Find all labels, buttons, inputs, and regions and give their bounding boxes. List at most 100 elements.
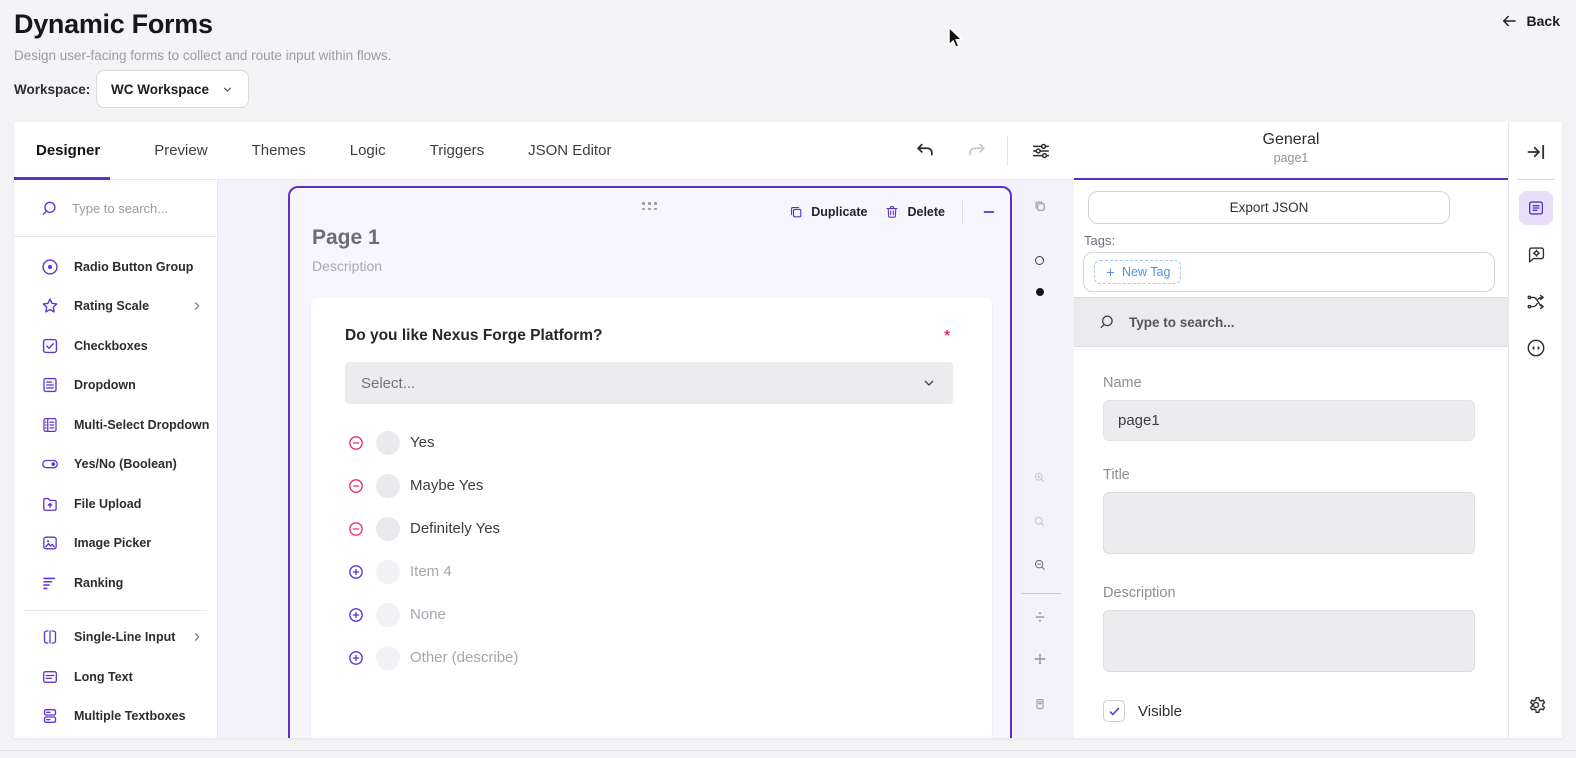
toolbox-item-long-text[interactable]: Long Text	[14, 657, 217, 697]
choice-row-yes: Yes	[347, 421, 952, 464]
tab-preview[interactable]: Preview	[154, 122, 207, 180]
chevron-down-icon	[921, 375, 937, 391]
property-search-input[interactable]	[1129, 315, 1329, 330]
toolbox-item-single-line-input[interactable]: Single-Line Input	[14, 618, 217, 658]
long-text-icon	[40, 667, 60, 687]
radio-circle[interactable]	[376, 431, 400, 455]
choice-row-item-4: Item 4	[347, 550, 952, 593]
choice-label: Maybe Yes	[410, 477, 483, 494]
page-description[interactable]: Description	[312, 258, 382, 274]
expand-icon[interactable]	[1033, 652, 1047, 666]
zoom-icon[interactable]	[1033, 515, 1046, 528]
question-dropdown[interactable]: Select...	[345, 362, 953, 404]
choice-row-none: None	[347, 593, 952, 636]
tab-triggers[interactable]: Triggers	[430, 122, 484, 180]
rating-scale-icon	[40, 296, 60, 316]
add-choice-icon[interactable]	[347, 563, 365, 581]
tags-container: New Tag	[1083, 252, 1495, 292]
page-dot-icon[interactable]	[1035, 256, 1044, 265]
search-icon	[1098, 313, 1116, 331]
new-tag-button[interactable]: New Tag	[1094, 260, 1181, 284]
radio-group-icon	[40, 257, 60, 277]
field-description-textarea[interactable]	[1103, 610, 1475, 672]
toolbox-item-checkboxes[interactable]: Checkboxes	[14, 326, 217, 366]
choice-label: Other (describe)	[410, 649, 518, 666]
back-button[interactable]: Back	[1500, 12, 1560, 30]
visible-label: Visible	[1138, 703, 1182, 720]
toolbox-item-image-picker[interactable]: Image Picker	[14, 524, 217, 564]
field-title-textarea[interactable]	[1103, 492, 1475, 554]
export-json-button[interactable]: Export JSON	[1088, 191, 1450, 224]
checkboxes-icon	[40, 336, 60, 356]
remove-choice-icon[interactable]	[347, 434, 365, 452]
copy-icon	[788, 204, 804, 220]
toolbox-item-ranking[interactable]: Ranking	[14, 563, 217, 603]
workspace-select[interactable]: WC Workspace	[96, 70, 249, 108]
radio-circle[interactable]	[376, 603, 400, 627]
toolbox-item-label: Single-Line Input	[74, 630, 175, 644]
toolbox-item-dropdown[interactable]: Dropdown	[14, 366, 217, 406]
check-icon	[1107, 704, 1122, 719]
choice-label: Definitely Yes	[410, 520, 500, 537]
tab-themes[interactable]: Themes	[252, 122, 306, 180]
multi-dropdown-icon	[40, 415, 60, 435]
file-upload-icon	[40, 494, 60, 514]
strip-divider	[1517, 179, 1555, 180]
question-card[interactable]: Do you like Nexus Forge Platform? * Sele…	[311, 298, 992, 738]
field-description: Description	[1103, 585, 1475, 677]
tab-designer[interactable]: Designer	[14, 122, 110, 180]
field-name-input[interactable]	[1103, 400, 1475, 441]
radio-circle[interactable]	[376, 560, 400, 584]
zoom-out-icon[interactable]	[1033, 558, 1047, 572]
dropdown-placeholder: Select...	[361, 375, 921, 392]
add-choice-icon[interactable]	[347, 649, 365, 667]
property-search[interactable]	[1074, 297, 1508, 347]
preview-toggle-icon[interactable]	[1525, 337, 1547, 359]
remove-choice-icon[interactable]	[347, 477, 365, 495]
zoom-in-icon[interactable]	[1033, 471, 1046, 484]
page-heading[interactable]: Page 1	[312, 226, 380, 250]
add-choice-icon[interactable]	[347, 606, 365, 624]
page-card[interactable]: Duplicate Delete Page 1 Description Do y…	[288, 186, 1012, 738]
radio-circle[interactable]	[376, 474, 400, 498]
toolbox-item-file-upload[interactable]: File Upload	[14, 484, 217, 524]
drag-handle-icon[interactable]	[642, 202, 657, 210]
radio-circle[interactable]	[376, 646, 400, 670]
fit-height-icon[interactable]	[1033, 610, 1047, 624]
toolbox-item-rating-scale[interactable]: Rating Scale	[14, 287, 217, 327]
page-dot-active-icon[interactable]	[1036, 288, 1044, 296]
page-mini-icon[interactable]	[1033, 697, 1047, 711]
collapse-page-icon[interactable]	[980, 203, 998, 221]
toolbox-item-yes-no-boolean[interactable]: Yes/No (Boolean)	[14, 445, 217, 485]
collapse-panel-icon[interactable]	[1525, 141, 1547, 163]
required-marker: *	[944, 327, 950, 344]
duplicate-button[interactable]: Duplicate	[788, 204, 867, 220]
tab-bar-tabs: Designer Preview Themes Logic Triggers JSON E…	[14, 122, 611, 179]
toolbox-item-radio-button-group[interactable]: Radio Button Group	[14, 247, 217, 287]
question-title[interactable]: Do you like Nexus Forge Platform?	[345, 327, 603, 345]
side-icon-strip	[1508, 122, 1562, 738]
toolbox-search[interactable]	[14, 180, 217, 237]
tab-logic[interactable]: Logic	[350, 122, 386, 180]
remove-choice-icon[interactable]	[347, 520, 365, 538]
tab-properties[interactable]	[1519, 191, 1553, 225]
toolbox-item-multiple-textboxes[interactable]: Multiple Textboxes	[14, 697, 217, 737]
workspace-label: Workspace:	[14, 82, 90, 97]
toolbox-item-label: Long Text	[74, 670, 133, 684]
logic-shuffle-icon[interactable]	[1525, 291, 1547, 313]
question-settings-icon[interactable]	[1525, 244, 1547, 266]
radio-circle[interactable]	[376, 517, 400, 541]
design-canvas: Duplicate Delete Page 1 Description Do y…	[218, 180, 1074, 738]
toolbox-item-multi-select-dropdown[interactable]: Multi-Select Dropdown	[14, 405, 217, 445]
plus-icon	[1105, 267, 1116, 278]
copy-page-icon[interactable]	[1033, 199, 1047, 213]
undo-icon[interactable]	[914, 140, 936, 162]
tab-json-editor[interactable]: JSON Editor	[528, 122, 611, 180]
delete-button[interactable]: Delete	[884, 204, 945, 220]
gear-icon[interactable]	[1525, 694, 1547, 716]
choice-label: Yes	[410, 434, 434, 451]
visible-checkbox[interactable]	[1103, 700, 1125, 722]
page-subtitle: Design user-facing forms to collect and …	[14, 48, 391, 63]
settings-sliders-icon[interactable]	[1030, 140, 1052, 162]
toolbox-search-input[interactable]	[72, 201, 202, 216]
